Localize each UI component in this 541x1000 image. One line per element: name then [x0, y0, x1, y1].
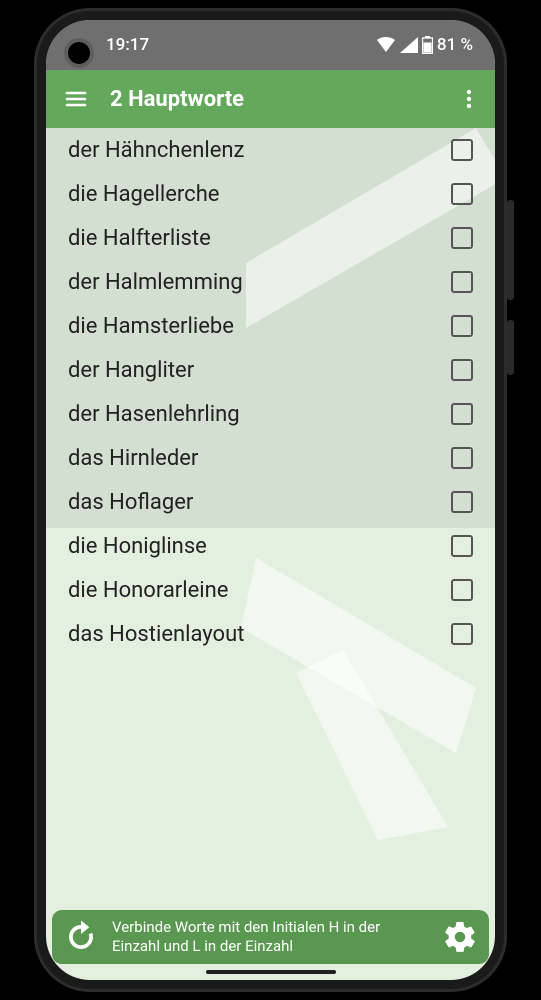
- list-item-label: das Hirnleder: [68, 446, 198, 471]
- app-bar: 2 Hauptworte: [46, 70, 495, 128]
- list-item-label: der Hasenlehrling: [68, 402, 240, 427]
- nav-pill: [206, 970, 336, 974]
- list-area: der Hähnchenlenz die Hagellerche die Halft…: [46, 128, 495, 910]
- list-item-label: die Hamsterliebe: [68, 314, 234, 339]
- word-list[interactable]: der Hähnchenlenz die Hagellerche die Halft…: [46, 128, 495, 656]
- list-item[interactable]: das Hostienlayout: [46, 612, 495, 656]
- hamburger-menu-icon[interactable]: [60, 83, 92, 115]
- list-item[interactable]: die Honorarleine: [46, 568, 495, 612]
- list-item-label: das Hoflager: [68, 490, 193, 515]
- list-item-label: das Hostienlayout: [68, 622, 244, 647]
- list-item-label: die Halfterliste: [68, 226, 211, 251]
- list-item[interactable]: der Hasenlehrling: [46, 392, 495, 436]
- refresh-button[interactable]: [60, 916, 102, 958]
- bottom-bar: Verbinde Worte mit den Initialen H in de…: [52, 910, 489, 964]
- battery-icon: [422, 36, 433, 54]
- battery-percent: 81 %: [437, 35, 473, 55]
- list-item[interactable]: der Hangliter: [46, 348, 495, 392]
- list-item-checkbox[interactable]: [451, 403, 473, 425]
- list-item-checkbox[interactable]: [451, 447, 473, 469]
- list-item[interactable]: die Honiglinse: [46, 524, 495, 568]
- settings-button[interactable]: [439, 916, 481, 958]
- camera-punch-hole: [68, 42, 90, 64]
- list-item-checkbox[interactable]: [451, 227, 473, 249]
- list-item-label: der Hangliter: [68, 358, 194, 383]
- list-item[interactable]: die Hagellerche: [46, 172, 495, 216]
- screen: 19:17 81 % 2 Hauptworte: [46, 20, 495, 980]
- list-item[interactable]: das Hirnleder: [46, 436, 495, 480]
- list-item-checkbox[interactable]: [451, 183, 473, 205]
- list-item[interactable]: die Hamsterliebe: [46, 304, 495, 348]
- hint-text: Verbinde Worte mit den Initialen H in de…: [112, 918, 429, 956]
- list-item-checkbox[interactable]: [451, 359, 473, 381]
- status-time: 19:17: [106, 35, 149, 55]
- kebab-menu-icon[interactable]: [453, 83, 485, 115]
- list-item-label: die Honiglinse: [68, 534, 207, 559]
- list-item[interactable]: das Hoflager: [46, 480, 495, 524]
- status-right: 81 %: [376, 35, 473, 55]
- status-bar: 19:17 81 %: [46, 20, 495, 70]
- list-item-checkbox[interactable]: [451, 579, 473, 601]
- wifi-icon: [376, 37, 396, 53]
- list-item-label: die Hagellerche: [68, 182, 219, 207]
- signal-icon: [400, 37, 418, 53]
- list-item-label: der Hähnchenlenz: [68, 138, 244, 163]
- app-title: 2 Hauptworte: [110, 87, 435, 112]
- list-item-checkbox[interactable]: [451, 623, 473, 645]
- list-item-label: der Halmlemming: [68, 270, 243, 295]
- list-item-checkbox[interactable]: [451, 491, 473, 513]
- list-item-checkbox[interactable]: [451, 139, 473, 161]
- list-item-checkbox[interactable]: [451, 271, 473, 293]
- list-item[interactable]: der Hähnchenlenz: [46, 128, 495, 172]
- list-item[interactable]: die Halfterliste: [46, 216, 495, 260]
- list-item-checkbox[interactable]: [451, 535, 473, 557]
- list-item-label: die Honorarleine: [68, 578, 228, 603]
- list-item-checkbox[interactable]: [451, 315, 473, 337]
- list-item[interactable]: der Halmlemming: [46, 260, 495, 304]
- phone-frame: 19:17 81 % 2 Hauptworte: [34, 8, 507, 992]
